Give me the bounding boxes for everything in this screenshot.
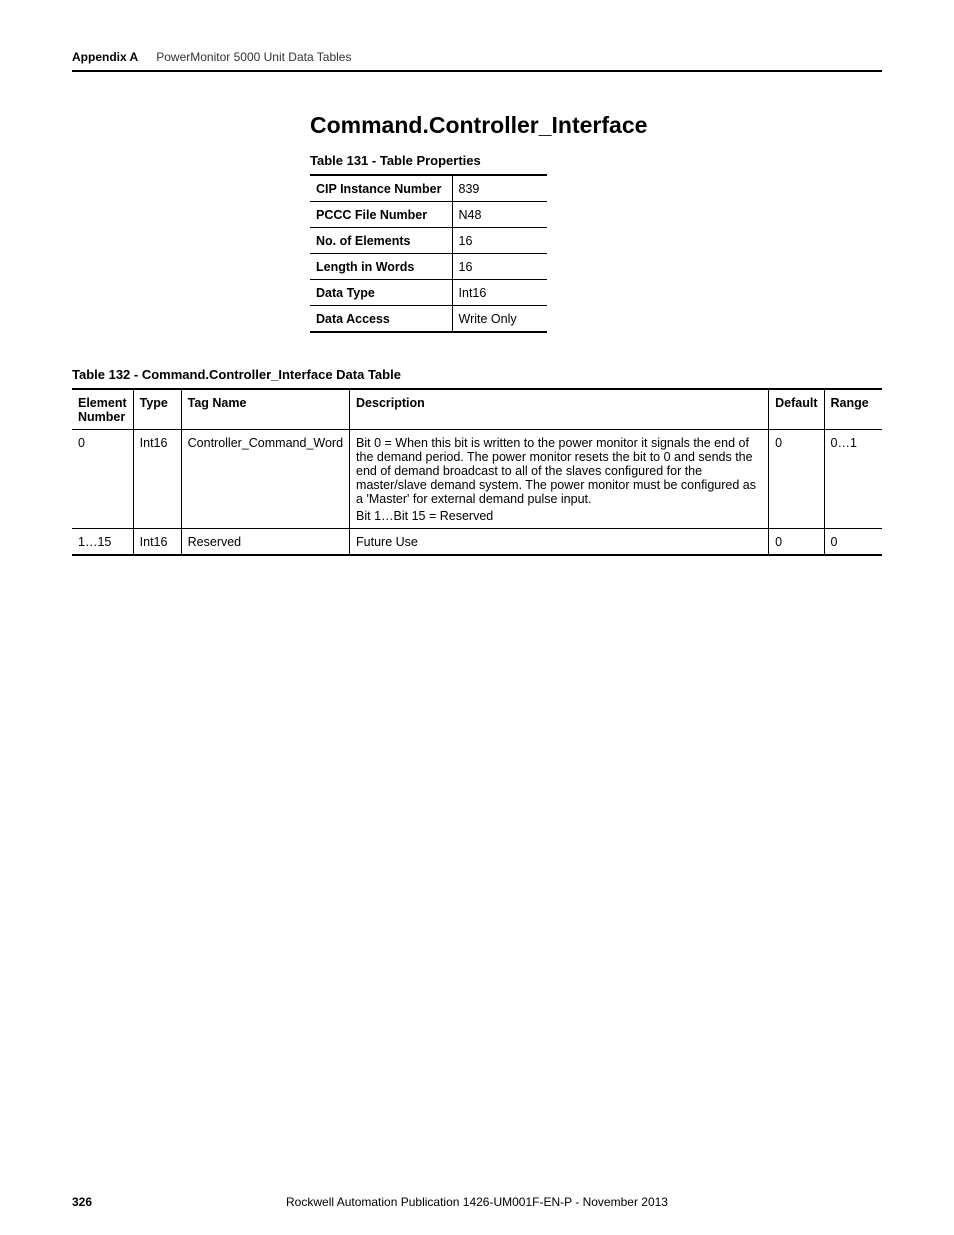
cell-range: 0…1: [824, 430, 882, 529]
prop-value: 16: [452, 254, 547, 280]
prop-label: CIP Instance Number: [310, 175, 452, 202]
col-header-type: Type: [133, 389, 181, 430]
appendix-label: Appendix A: [72, 50, 138, 64]
cell-range: 0: [824, 529, 882, 556]
table-row: 1…15 Int16 Reserved Future Use 0 0: [72, 529, 882, 556]
table-row: CIP Instance Number 839: [310, 175, 547, 202]
table131-caption: Table 131 - Table Properties: [310, 153, 882, 168]
table-row: Data Access Write Only: [310, 306, 547, 333]
prop-value: Write Only: [452, 306, 547, 333]
cell-default: 0: [769, 529, 824, 556]
col-header-range: Range: [824, 389, 882, 430]
prop-label: PCCC File Number: [310, 202, 452, 228]
cell-type: Int16: [133, 430, 181, 529]
prop-label: Data Type: [310, 280, 452, 306]
prop-value: 839: [452, 175, 547, 202]
cell-tag: Controller_Command_Word: [181, 430, 349, 529]
table-row: PCCC File Number N48: [310, 202, 547, 228]
table-row: No. of Elements 16: [310, 228, 547, 254]
chapter-title: PowerMonitor 5000 Unit Data Tables: [156, 50, 351, 64]
table-properties: CIP Instance Number 839 PCCC File Number…: [310, 174, 547, 333]
col-header-element: Element Number: [72, 389, 133, 430]
table132-caption: Table 132 - Command.Controller_Interface…: [72, 367, 882, 382]
prop-label: Length in Words: [310, 254, 452, 280]
cell-element: 1…15: [72, 529, 133, 556]
desc-line: Bit 1…Bit 15 = Reserved: [356, 509, 762, 523]
prop-label: No. of Elements: [310, 228, 452, 254]
col-header-tag: Tag Name: [181, 389, 349, 430]
col-header-default: Default: [769, 389, 824, 430]
col-header-desc: Description: [350, 389, 769, 430]
prop-value: N48: [452, 202, 547, 228]
cell-tag: Reserved: [181, 529, 349, 556]
table-header-row: Element Number Type Tag Name Description…: [72, 389, 882, 430]
prop-value: Int16: [452, 280, 547, 306]
cell-default: 0: [769, 430, 824, 529]
publication-info: Rockwell Automation Publication 1426-UM0…: [72, 1195, 882, 1209]
page-header: Appendix A PowerMonitor 5000 Unit Data T…: [72, 50, 882, 72]
cell-desc: Future Use: [350, 529, 769, 556]
section-heading: Command.Controller_Interface: [310, 112, 882, 139]
prop-value: 16: [452, 228, 547, 254]
cell-element: 0: [72, 430, 133, 529]
table-row: 0 Int16 Controller_Command_Word Bit 0 = …: [72, 430, 882, 529]
data-table: Element Number Type Tag Name Description…: [72, 388, 882, 556]
prop-label: Data Access: [310, 306, 452, 333]
cell-desc: Bit 0 = When this bit is written to the …: [350, 430, 769, 529]
desc-line: Bit 0 = When this bit is written to the …: [356, 436, 762, 506]
table-row: Data Type Int16: [310, 280, 547, 306]
table-row: Length in Words 16: [310, 254, 547, 280]
desc-line: Future Use: [356, 535, 418, 549]
cell-type: Int16: [133, 529, 181, 556]
